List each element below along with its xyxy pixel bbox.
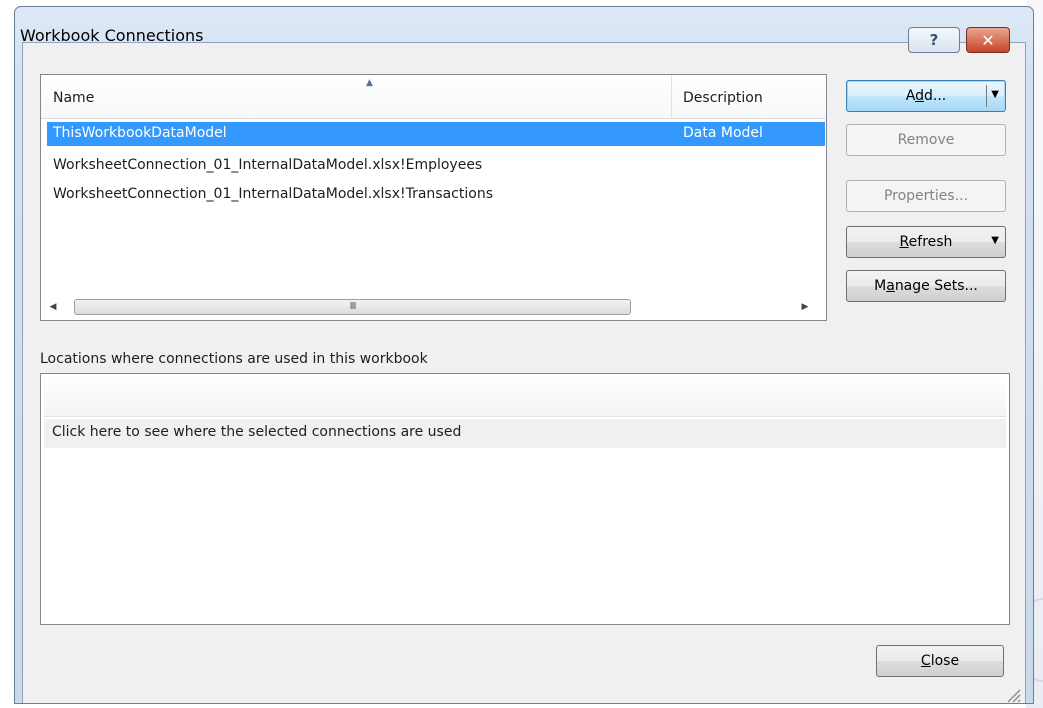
chevron-down-icon[interactable]: ▼: [991, 235, 999, 246]
help-button[interactable]: ?: [908, 27, 960, 53]
add-button-label: Add...: [905, 88, 947, 104]
sort-ascending-icon: ▲: [366, 78, 373, 88]
column-header-description[interactable]: Description: [683, 90, 763, 106]
locations-hint-row[interactable]: Click here to see where the selected con…: [44, 419, 1006, 448]
scroll-right-icon[interactable]: ▶: [798, 299, 812, 315]
connection-row[interactable]: ThisWorkbookDataModel Data Model: [47, 122, 825, 146]
connection-row[interactable]: WorksheetConnection_01_InternalDataModel…: [47, 183, 825, 207]
grip-icon: III: [349, 301, 357, 312]
connection-name: ThisWorkbookDataModel: [53, 125, 227, 141]
properties-button[interactable]: Properties...: [846, 180, 1006, 212]
column-divider[interactable]: [671, 75, 672, 119]
close-window-button[interactable]: ✕: [966, 27, 1010, 53]
horizontal-scrollbar[interactable]: ◀ III ▶: [42, 295, 825, 319]
connections-list[interactable]: ▲ Name Description ThisWorkbookDataModel…: [40, 74, 827, 321]
close-icon: ✕: [981, 30, 995, 50]
remove-button[interactable]: Remove: [846, 124, 1006, 156]
connection-name: WorksheetConnection_01_InternalDataModel…: [53, 186, 493, 202]
connections-list-header: ▲ Name Description: [41, 75, 826, 119]
column-header-name[interactable]: Name: [53, 90, 94, 106]
dialog-title: Workbook Connections: [20, 26, 204, 45]
connection-row[interactable]: WorksheetConnection_01_InternalDataModel…: [47, 154, 825, 178]
caption-buttons: ? ✕: [908, 27, 1010, 53]
connection-description: Data Model: [683, 125, 763, 141]
locations-label: Locations where connections are used in …: [40, 351, 428, 367]
add-button[interactable]: Add... ▼: [846, 80, 1006, 112]
chevron-down-icon[interactable]: ▼: [991, 89, 999, 100]
locations-hint-text: Click here to see where the selected con…: [52, 424, 462, 440]
connection-name: WorksheetConnection_01_InternalDataModel…: [53, 157, 483, 173]
resize-grip-icon[interactable]: [1002, 684, 1022, 704]
scroll-left-icon[interactable]: ◀: [46, 299, 60, 315]
locations-list-header: [44, 378, 1006, 417]
scrollbar-thumb[interactable]: III: [74, 299, 631, 315]
locations-list[interactable]: Click here to see where the selected con…: [40, 373, 1010, 625]
refresh-button-label: Refresh: [899, 234, 953, 250]
manage-sets-button-label: Manage Sets...: [874, 278, 978, 294]
refresh-button[interactable]: Refresh ▼: [846, 226, 1006, 258]
manage-sets-button[interactable]: Manage Sets...: [846, 270, 1006, 302]
split-divider: [986, 85, 987, 107]
help-icon: ?: [929, 31, 939, 49]
close-button-label: Close: [920, 653, 960, 669]
close-button[interactable]: Close: [876, 645, 1004, 677]
